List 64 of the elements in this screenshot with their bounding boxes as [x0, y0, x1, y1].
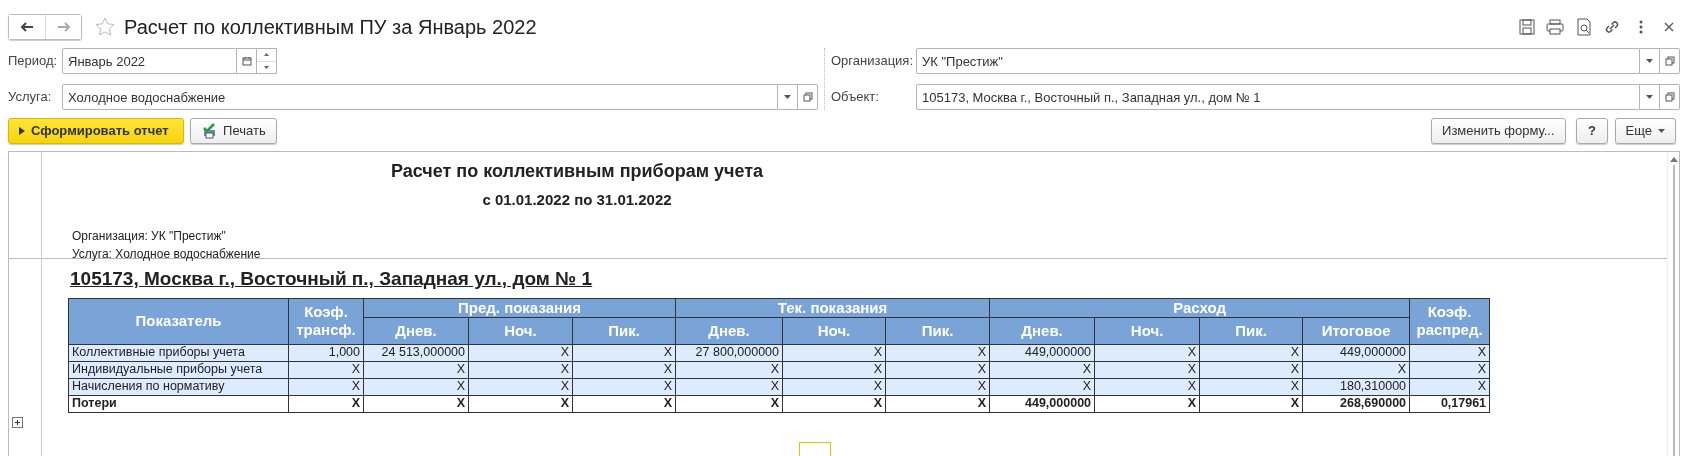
caret-icon	[784, 95, 791, 99]
caret-icon	[1658, 129, 1665, 133]
calendar-button[interactable]	[237, 48, 257, 74]
field-label: Организация:	[831, 52, 915, 71]
field-label: Период:	[8, 52, 59, 71]
select-field[interactable]: Холодное водоснабжение	[62, 84, 778, 110]
date-field[interactable]: Январь 2022	[62, 48, 237, 74]
column-header: Пик.	[1199, 317, 1303, 344]
help-button[interactable]: ?	[1576, 118, 1609, 144]
more-button[interactable]: Еще	[1614, 118, 1676, 144]
spin-arrow-icon	[264, 65, 269, 69]
column-header: Пик.	[885, 317, 990, 344]
column-header: Пик.	[572, 317, 676, 344]
spin-arrow-icon	[264, 53, 269, 57]
calendar-icon	[241, 56, 252, 66]
play-icon	[19, 127, 25, 135]
star-icon[interactable]	[94, 16, 116, 38]
print-icon[interactable]	[1544, 16, 1566, 38]
arrow-left-icon	[20, 22, 34, 32]
expand-icon[interactable]	[12, 417, 23, 428]
report-info-text: Услуга: Холодное водоснабжение	[72, 245, 261, 263]
field-label: Услуга:	[8, 88, 53, 107]
column-header: Показатель	[68, 298, 289, 344]
arrow-right-icon	[56, 22, 71, 32]
report-title: Расчет по коллективным приборам учета	[389, 160, 765, 183]
dropdown-button[interactable]	[778, 84, 798, 110]
column-header: Ноч.	[782, 317, 886, 344]
open-window-icon	[1664, 56, 1675, 66]
column-header: Коэф. распред.	[1409, 298, 1490, 344]
customize-form-button[interactable]: Изменить форму...	[1431, 118, 1566, 144]
open-window-icon	[1664, 92, 1675, 102]
open-button[interactable]	[798, 84, 818, 110]
printer-icon	[201, 123, 218, 139]
select-field[interactable]: УК "Престиж"	[916, 48, 1640, 74]
scroll-up-icon[interactable]	[1669, 156, 1678, 162]
dropdown-button[interactable]	[1640, 84, 1660, 110]
column-header: Ноч.	[468, 317, 573, 344]
field-label: Объект:	[831, 88, 880, 107]
cell-cursor	[799, 442, 831, 456]
report-info-text: Организация: УК "Престиж"	[72, 227, 226, 245]
column-header: Расход	[989, 298, 1410, 317]
column-header: Днев.	[675, 317, 783, 344]
column-header: Днев.	[989, 317, 1095, 344]
column-header: Тек. показания	[675, 298, 990, 317]
window-title: Расчет по коллективным ПУ за Январь 2022	[124, 15, 537, 40]
spin-button[interactable]	[257, 48, 277, 74]
report-period: с 01.01.2022 по 31.01.2022	[481, 190, 673, 210]
select-field[interactable]: 105173, Москва г., Восточный п., Западная ул., дом № 1	[916, 84, 1640, 110]
generate-report-button[interactable]: Сформировать отчет	[8, 118, 184, 144]
scrollbar[interactable]	[1667, 152, 1679, 456]
object-heading: 105173, Москва г., Восточный п., Западная ул., дом № 1	[70, 267, 593, 291]
back-button[interactable]	[9, 15, 45, 39]
column-header: Пред. показания	[363, 298, 676, 317]
dropdown-button[interactable]	[1640, 48, 1660, 74]
open-button[interactable]	[1660, 84, 1680, 110]
open-window-icon	[802, 92, 813, 102]
column-header: Ноч.	[1094, 317, 1200, 344]
caret-icon	[1646, 95, 1653, 99]
print-button[interactable]: Печать	[190, 118, 277, 144]
column-header: Днев.	[363, 317, 469, 344]
open-button[interactable]	[1660, 48, 1680, 74]
column-header: Коэф. трансф.	[288, 298, 364, 344]
caret-icon	[1646, 59, 1653, 63]
column-header: Итоговое	[1302, 317, 1410, 344]
